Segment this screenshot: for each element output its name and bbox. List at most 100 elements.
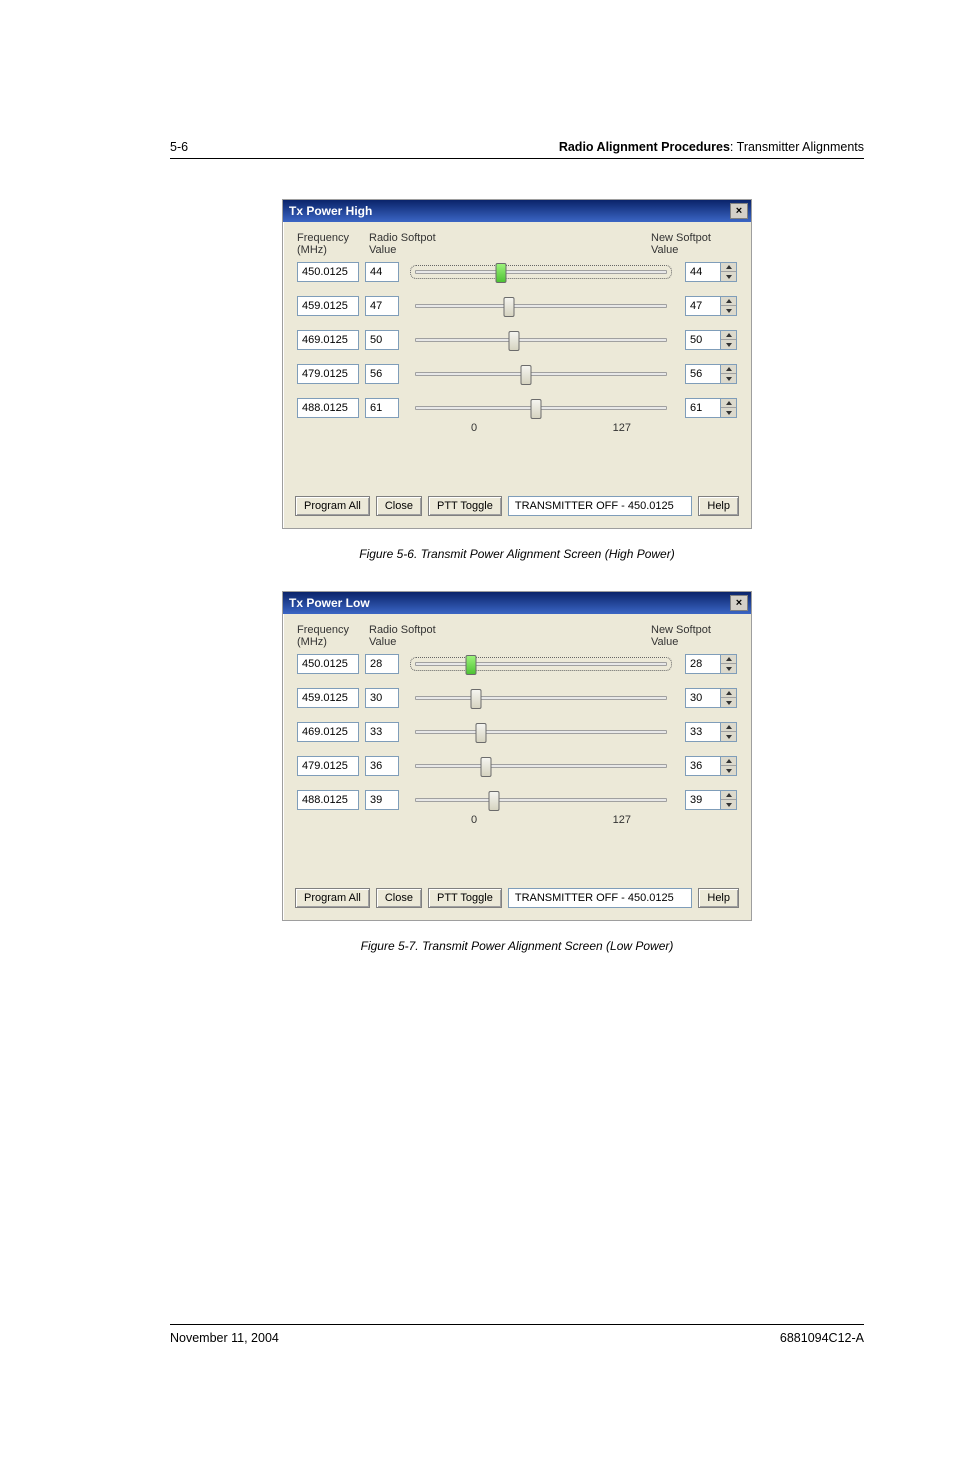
spinner-down-button[interactable] xyxy=(721,664,736,673)
chevron-up-icon xyxy=(726,299,732,303)
radio-softpot-field[interactable] xyxy=(365,756,399,776)
footer-doc-number: 6881094C12-A xyxy=(780,1331,864,1345)
table-row xyxy=(297,330,737,350)
spinner-up-button[interactable] xyxy=(721,297,736,306)
new-softpot-field[interactable] xyxy=(685,398,721,418)
frequency-field[interactable] xyxy=(297,364,359,384)
col-header-frequency: Frequency (MHz) xyxy=(297,624,369,648)
frequency-field[interactable] xyxy=(297,688,359,708)
new-softpot-field[interactable] xyxy=(685,654,721,674)
spinner-up-button[interactable] xyxy=(721,757,736,766)
help-button[interactable]: Help xyxy=(698,496,739,516)
softpot-slider[interactable] xyxy=(415,730,667,734)
new-softpot-field[interactable] xyxy=(685,688,721,708)
table-row xyxy=(297,296,737,316)
radio-softpot-field[interactable] xyxy=(365,722,399,742)
col-header-new-softpot: New Softpot Value xyxy=(647,232,737,256)
frequency-field[interactable] xyxy=(297,756,359,776)
chevron-up-icon xyxy=(726,691,732,695)
chevron-up-icon xyxy=(726,367,732,371)
spinner-down-button[interactable] xyxy=(721,306,736,315)
col-header-frequency: Frequency (MHz) xyxy=(297,232,369,256)
chevron-down-icon xyxy=(726,701,732,705)
frequency-field[interactable] xyxy=(297,296,359,316)
slider-thumb[interactable] xyxy=(503,297,514,317)
spinner-up-button[interactable] xyxy=(721,689,736,698)
new-softpot-field[interactable] xyxy=(685,722,721,742)
spinner-up-button[interactable] xyxy=(721,263,736,272)
frequency-field[interactable] xyxy=(297,722,359,742)
spinner-down-button[interactable] xyxy=(721,340,736,349)
ptt-toggle-button[interactable]: PTT Toggle xyxy=(428,496,502,516)
radio-softpot-field[interactable] xyxy=(365,398,399,418)
close-button[interactable]: Close xyxy=(376,888,422,908)
ptt-toggle-button[interactable]: PTT Toggle xyxy=(428,888,502,908)
slider-thumb[interactable] xyxy=(481,757,492,777)
spinner-down-button[interactable] xyxy=(721,272,736,281)
frequency-field[interactable] xyxy=(297,262,359,282)
spinner-down-button[interactable] xyxy=(721,732,736,741)
new-softpot-field[interactable] xyxy=(685,790,721,810)
spinner-down-button[interactable] xyxy=(721,374,736,383)
program-all-button[interactable]: Program All xyxy=(295,496,370,516)
slider-thumb[interactable] xyxy=(508,331,519,351)
slider-thumb[interactable] xyxy=(476,723,487,743)
softpot-slider[interactable] xyxy=(415,696,667,700)
radio-softpot-field[interactable] xyxy=(365,688,399,708)
chevron-down-icon xyxy=(726,309,732,313)
close-icon[interactable]: × xyxy=(730,595,748,611)
spinner-down-button[interactable] xyxy=(721,766,736,775)
radio-softpot-field[interactable] xyxy=(365,790,399,810)
chevron-up-icon xyxy=(726,265,732,269)
help-button[interactable]: Help xyxy=(698,888,739,908)
new-softpot-field[interactable] xyxy=(685,262,721,282)
new-softpot-field[interactable] xyxy=(685,756,721,776)
softpot-slider[interactable] xyxy=(415,304,667,308)
section-title: Radio Alignment Procedures: Transmitter … xyxy=(559,140,864,154)
radio-softpot-field[interactable] xyxy=(365,296,399,316)
figure-caption-high: Figure 5-6. Transmit Power Alignment Scr… xyxy=(359,547,674,561)
radio-softpot-field[interactable] xyxy=(365,654,399,674)
frequency-field[interactable] xyxy=(297,398,359,418)
new-softpot-field[interactable] xyxy=(685,330,721,350)
slider-thumb[interactable] xyxy=(496,263,507,283)
spinner-up-button[interactable] xyxy=(721,331,736,340)
spinner-down-button[interactable] xyxy=(721,698,736,707)
softpot-slider[interactable] xyxy=(415,270,667,274)
chevron-up-icon xyxy=(726,657,732,661)
close-button[interactable]: Close xyxy=(376,496,422,516)
slider-thumb[interactable] xyxy=(521,365,532,385)
softpot-slider[interactable] xyxy=(415,798,667,802)
spinner-up-button[interactable] xyxy=(721,723,736,732)
spinner-up-button[interactable] xyxy=(721,791,736,800)
chevron-up-icon xyxy=(726,333,732,337)
spinner-down-button[interactable] xyxy=(721,800,736,809)
slider-thumb[interactable] xyxy=(488,791,499,811)
close-icon[interactable]: × xyxy=(730,203,748,219)
softpot-slider[interactable] xyxy=(415,764,667,768)
spinner-up-button[interactable] xyxy=(721,365,736,374)
slider-thumb[interactable] xyxy=(471,689,482,709)
frequency-field[interactable] xyxy=(297,330,359,350)
dialog-title-low: Tx Power Low xyxy=(289,596,370,610)
spinner-up-button[interactable] xyxy=(721,399,736,408)
frequency-field[interactable] xyxy=(297,654,359,674)
figure-caption-low: Figure 5-7. Transmit Power Alignment Scr… xyxy=(361,939,674,953)
slider-thumb[interactable] xyxy=(466,655,477,675)
slider-thumb[interactable] xyxy=(531,399,542,419)
softpot-slider[interactable] xyxy=(415,406,667,410)
radio-softpot-field[interactable] xyxy=(365,262,399,282)
radio-softpot-field[interactable] xyxy=(365,330,399,350)
radio-softpot-field[interactable] xyxy=(365,364,399,384)
softpot-slider[interactable] xyxy=(415,372,667,376)
spinner-down-button[interactable] xyxy=(721,408,736,417)
program-all-button[interactable]: Program All xyxy=(295,888,370,908)
softpot-slider[interactable] xyxy=(415,662,667,666)
softpot-slider[interactable] xyxy=(415,338,667,342)
new-softpot-field[interactable] xyxy=(685,296,721,316)
new-softpot-field[interactable] xyxy=(685,364,721,384)
tx-power-high-dialog: Tx Power High × Frequency (MHz) Radio So… xyxy=(282,199,752,529)
scale-max: 127 xyxy=(613,814,631,826)
frequency-field[interactable] xyxy=(297,790,359,810)
spinner-up-button[interactable] xyxy=(721,655,736,664)
